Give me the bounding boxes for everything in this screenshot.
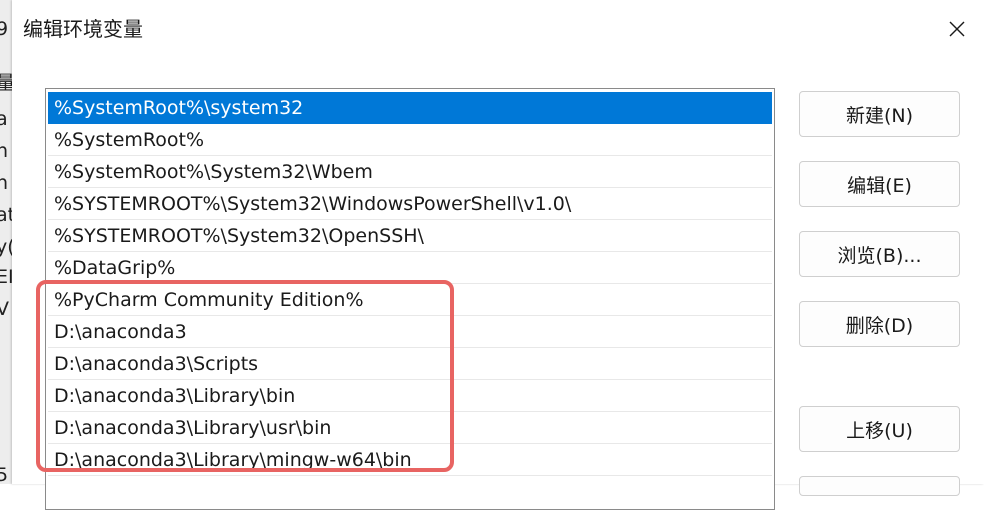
path-list-item[interactable]: %DataGrip% — [48, 252, 772, 284]
new-button[interactable]: 新建(N) — [799, 91, 960, 137]
background-window-text: n — [0, 140, 9, 162]
path-list-item[interactable]: %SystemRoot% — [48, 124, 772, 156]
edit-env-variable-dialog: 编辑环境变量 %SystemRoot%\system32 %SystemRoot%… — [12, 0, 984, 510]
background-window-text: EI — [0, 266, 12, 288]
path-list-items: %SystemRoot%\system32 %SystemRoot% %System… — [48, 92, 772, 476]
path-list-item[interactable]: D:\anaconda3\Scripts — [48, 348, 772, 380]
close-icon — [949, 21, 965, 37]
path-list-item[interactable]: %SYSTEMROOT%\System32\OpenSSH\ — [48, 220, 772, 252]
path-list-item[interactable]: %SystemRoot%\System32\Wbem — [48, 156, 772, 188]
browse-button[interactable]: 浏览(B)... — [799, 231, 960, 277]
background-window: 9 量 a n n at y( EI V 5 — [0, 0, 12, 484]
background-window-text: y( — [0, 236, 12, 258]
delete-button[interactable]: 删除(D) — [799, 301, 960, 347]
path-list-item[interactable]: D:\anaconda3\Library\usr\bin — [48, 412, 772, 444]
background-window-text: at — [0, 204, 12, 226]
path-list-item[interactable]: %SystemRoot%\system32 — [48, 92, 772, 124]
path-list-item[interactable]: D:\anaconda3\Library\bin — [48, 380, 772, 412]
background-window-text: 量 — [0, 72, 12, 94]
background-window-text: 5 — [0, 464, 9, 485]
background-window-text: n — [0, 172, 9, 194]
path-list-item[interactable]: %PyCharm Community Edition% — [48, 284, 772, 316]
move-up-button[interactable]: 上移(U) — [799, 406, 960, 452]
move-down-button[interactable] — [799, 476, 960, 496]
path-list-item[interactable]: %SYSTEMROOT%\System32\WindowsPowerShell\… — [48, 188, 772, 220]
edit-button[interactable]: 编辑(E) — [799, 161, 960, 207]
title-bar: 编辑环境变量 — [12, 0, 984, 60]
background-window-text: a — [0, 108, 8, 130]
dialog-title: 编辑环境变量 — [23, 17, 143, 41]
path-list-item[interactable]: D:\anaconda3 — [48, 316, 772, 348]
path-list[interactable]: %SystemRoot%\system32 %SystemRoot% %System… — [45, 88, 775, 510]
close-button[interactable] — [934, 8, 980, 50]
path-list-item[interactable]: D:\anaconda3\Library\mingw-w64\bin — [48, 444, 772, 476]
background-window-text: V — [0, 298, 9, 320]
background-window-text: 9 — [0, 18, 9, 40]
